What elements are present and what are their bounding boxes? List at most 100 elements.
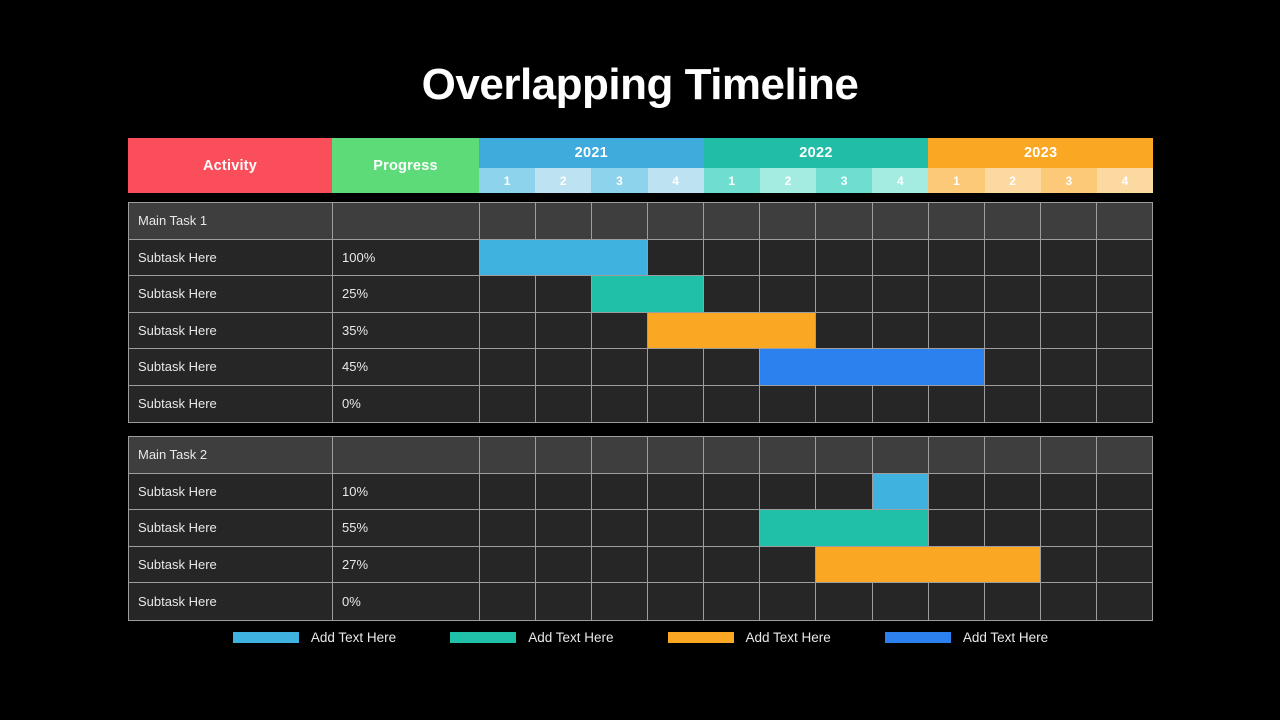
timeline-cell-empty	[929, 473, 985, 509]
timeline-bar-segment	[984, 546, 1041, 582]
subtask-row[interactable]: Subtask Here 35%	[129, 312, 1152, 349]
legend-swatch-icon	[667, 632, 734, 643]
timeline-bar-segment	[816, 546, 873, 582]
timeline-cell-empty	[536, 312, 593, 348]
task-block: Main Task 2 Subtask Here 10% Subtask Here 55…	[128, 436, 1153, 621]
timeline-cell-empty	[592, 385, 649, 422]
quarter-header-2022-q2: 2	[759, 168, 817, 193]
timeline-cell-empty	[1097, 474, 1152, 510]
timeline-cell-empty	[1097, 386, 1152, 423]
slide-canvas: Overlapping Timeline Activity Progress 2…	[0, 0, 1280, 720]
timeline-bar-segment	[872, 349, 929, 385]
timeline-cell-empty	[1097, 583, 1152, 620]
timeline-cell-empty	[816, 385, 873, 422]
timeline-cell-empty	[1041, 276, 1097, 312]
main-task-row[interactable]: Main Task 2	[129, 437, 1152, 474]
timeline-cell-empty	[816, 312, 873, 348]
timeline-cell-empty	[873, 583, 929, 620]
timeline-cell-empty	[985, 203, 1041, 239]
header-progress: Progress	[332, 138, 479, 193]
activity-cell: Subtask Here	[129, 239, 333, 275]
subtask-row[interactable]: Subtask Here 10%	[129, 473, 1152, 510]
timeline-bar-segment	[760, 349, 817, 385]
timeline-cell-empty	[760, 473, 817, 509]
timeline-cell-empty	[592, 349, 649, 385]
timeline-cell-empty	[1097, 240, 1152, 276]
quarter-header-2021-q2: 2	[535, 168, 592, 193]
subtask-row[interactable]: Subtask Here 100%	[129, 239, 1152, 276]
legend-swatch-icon	[232, 632, 299, 643]
subtask-row[interactable]: Subtask Here 55%	[129, 510, 1152, 547]
timeline-cell-empty	[704, 276, 761, 312]
legend-item: Add Text Here	[450, 630, 614, 645]
timeline-cell-empty	[592, 510, 649, 546]
timeline-bar-segment	[592, 239, 649, 275]
timeline-cell-empty	[1041, 583, 1097, 620]
subtask-row[interactable]: Subtask Here 0%	[129, 583, 1152, 620]
timeline-cell-empty	[929, 510, 985, 546]
timeline-cell-empty	[816, 239, 873, 275]
legend-label: Add Text Here	[528, 630, 614, 645]
timeline-cell-empty	[536, 473, 593, 509]
timeline-cell-empty	[929, 385, 985, 422]
timeline-cell-empty	[816, 437, 873, 473]
timeline-cell-empty	[873, 312, 929, 348]
subtask-row[interactable]: Subtask Here 45%	[129, 349, 1152, 386]
timeline-bar-segment	[648, 312, 705, 348]
timeline-cell-empty	[1041, 312, 1097, 348]
timeline-cell-empty	[704, 437, 761, 473]
timeline-cell-empty	[985, 239, 1041, 275]
timeline-cell-empty	[1041, 203, 1097, 239]
timeline-cell-empty	[1097, 203, 1152, 239]
timeline-cell-empty	[1041, 349, 1097, 385]
timeline-bar-segment	[760, 312, 817, 348]
progress-cell: 100%	[333, 239, 480, 275]
timeline-bar-segment	[928, 349, 985, 385]
progress-cell: 0%	[333, 583, 480, 620]
subtask-row[interactable]: Subtask Here 27%	[129, 546, 1152, 583]
timeline-cell-empty	[648, 239, 705, 275]
timeline-bar-segment	[872, 546, 929, 582]
subtask-row[interactable]: Subtask Here 25%	[129, 276, 1152, 313]
timeline-cell-empty	[985, 349, 1041, 385]
timeline-cell-empty	[480, 312, 537, 348]
subtask-row[interactable]: Subtask Here 0%	[129, 385, 1152, 423]
timeline-bar-segment	[816, 510, 873, 546]
activity-cell: Subtask Here	[129, 276, 333, 312]
timeline-cell-empty	[985, 473, 1041, 509]
timeline-cell-empty	[873, 203, 929, 239]
timeline-cell-empty	[1097, 510, 1152, 546]
timeline-cell-empty	[1041, 546, 1097, 582]
progress-cell: 35%	[333, 312, 480, 348]
timeline-cell-empty	[480, 437, 537, 473]
timeline-cell-empty	[985, 276, 1041, 312]
year-header-2021: 2021	[479, 138, 704, 168]
timeline-cells	[480, 583, 1152, 620]
activity-cell: Subtask Here	[129, 312, 333, 348]
timeline-cell-empty	[1097, 547, 1152, 583]
timeline-bar-segment	[816, 349, 873, 385]
timeline-cell-empty	[1041, 385, 1097, 422]
timeline-cell-empty	[648, 385, 705, 422]
timeline-cells	[480, 349, 1152, 385]
timeline-cell-empty	[648, 437, 705, 473]
progress-cell: 27%	[333, 546, 480, 582]
timeline-cell-empty	[760, 276, 817, 312]
timeline-chart: Activity Progress 2021 2022 2023 123412341…	[128, 138, 1154, 621]
timeline-cell-empty	[760, 385, 817, 422]
main-task-row[interactable]: Main Task 1	[129, 203, 1152, 240]
legend-item: Add Text Here	[232, 630, 396, 645]
timeline-cell-empty	[704, 239, 761, 275]
activity-cell: Subtask Here	[129, 349, 333, 385]
timeline-cells	[480, 239, 1152, 276]
quarter-header-2023-q4: 4	[1096, 168, 1154, 193]
timeline-cell-empty	[536, 437, 593, 473]
progress-cell	[333, 203, 480, 239]
timeline-cell-empty	[873, 385, 929, 422]
timeline-cell-empty	[985, 510, 1041, 546]
timeline-cell-empty	[480, 510, 537, 546]
legend: Add Text Here Add Text Here Add Text Here A…	[128, 630, 1153, 645]
timeline-cell-empty	[536, 510, 593, 546]
timeline-cells	[480, 312, 1152, 348]
timeline-bar-segment	[592, 276, 649, 312]
